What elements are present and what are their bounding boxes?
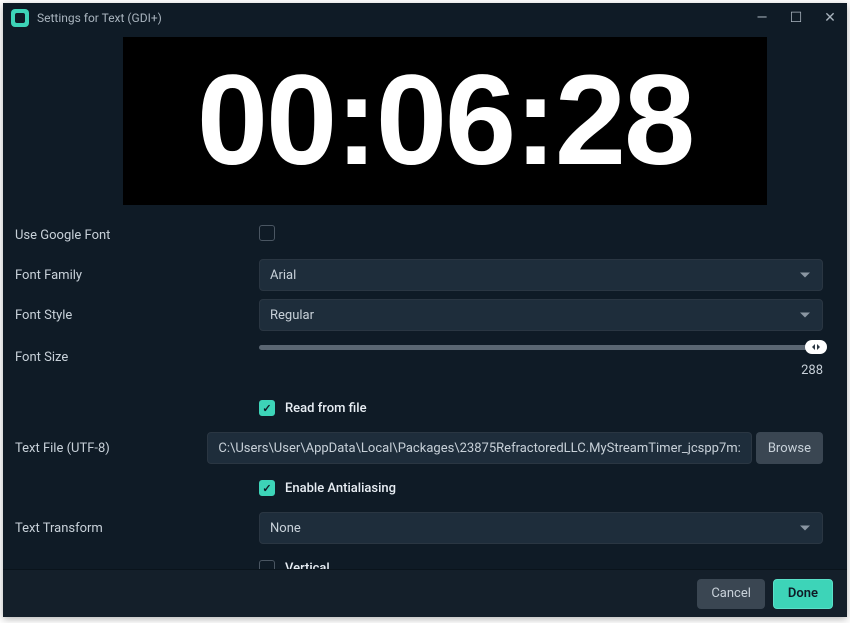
text-file-input[interactable]: C:\Users\User\AppData\Local\Packages\238…: [207, 432, 751, 464]
window-controls: — ☐ ✕: [753, 10, 839, 26]
settings-form: Use Google Font Font Family Arial Font S…: [3, 209, 847, 569]
text-transform-select[interactable]: None: [259, 512, 823, 544]
app-icon: [11, 9, 29, 27]
preview-panel: 00:06:28: [123, 37, 767, 205]
cancel-button[interactable]: Cancel: [697, 579, 765, 609]
done-button[interactable]: Done: [773, 579, 833, 609]
browse-button[interactable]: Browse: [756, 432, 823, 464]
minimize-button[interactable]: —: [753, 10, 771, 26]
read-from-file-checkbox[interactable]: [259, 400, 275, 416]
dialog-footer: Cancel Done: [3, 569, 847, 617]
font-family-select[interactable]: Arial: [259, 259, 823, 291]
titlebar: Settings for Text (GDI+) — ☐ ✕: [3, 3, 847, 33]
window-title: Settings for Text (GDI+): [37, 11, 753, 25]
enable-antialiasing-checkbox[interactable]: [259, 480, 275, 496]
text-transform-label: Text Transform: [13, 521, 259, 536]
vertical-checkbox[interactable]: [259, 560, 275, 569]
enable-antialiasing-label: Enable Antialiasing: [285, 481, 396, 496]
text-file-label: Text File (UTF-8): [13, 441, 207, 456]
font-size-slider[interactable]: [259, 337, 823, 357]
use-google-font-label: Use Google Font: [13, 228, 259, 243]
settings-window: Settings for Text (GDI+) — ☐ ✕ 00:06:28 …: [3, 3, 847, 617]
font-size-label: Font Size: [13, 350, 259, 365]
font-style-label: Font Style: [13, 308, 259, 323]
font-family-label: Font Family: [13, 268, 259, 283]
font-size-value: 288: [259, 363, 823, 378]
read-from-file-label: Read from file: [285, 401, 367, 416]
preview-timer-text: 00:06:28: [197, 57, 693, 185]
font-style-select[interactable]: Regular: [259, 299, 823, 331]
maximize-button[interactable]: ☐: [787, 10, 805, 26]
vertical-label: Vertical: [285, 561, 330, 570]
close-button[interactable]: ✕: [821, 10, 839, 26]
slider-thumb-icon[interactable]: [805, 340, 827, 354]
use-google-font-checkbox[interactable]: [259, 225, 275, 241]
